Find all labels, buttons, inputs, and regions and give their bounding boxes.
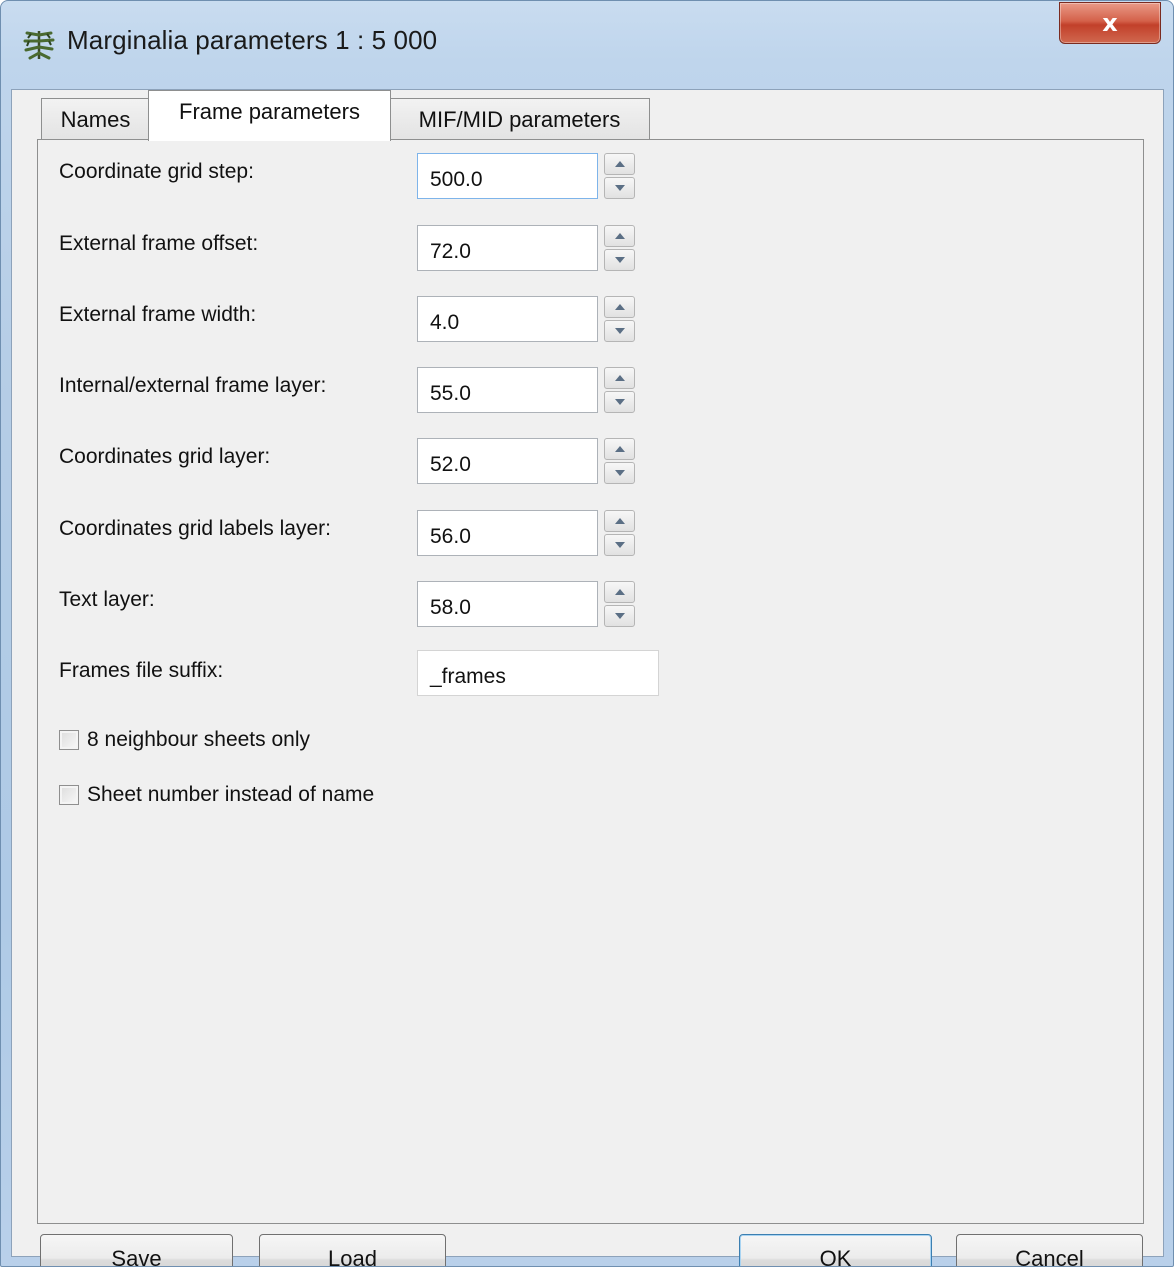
arrow-up-icon (615, 518, 625, 524)
spin-up-button[interactable] (604, 367, 635, 389)
arrow-down-icon (615, 470, 625, 476)
coordinates-grid-layer-spinner (604, 438, 635, 484)
spin-down-button[interactable] (604, 320, 635, 342)
arrow-up-icon (615, 589, 625, 595)
coordinates-grid-labels-layer-label: Coordinates grid labels layer: (59, 517, 331, 540)
close-icon: x (1102, 9, 1118, 37)
spin-down-button[interactable] (604, 605, 635, 627)
arrow-down-icon (615, 613, 625, 619)
sheet-number-checkbox-row[interactable]: Sheet number instead of name (59, 781, 374, 809)
spin-up-button[interactable] (604, 153, 635, 175)
external-frame-offset-spinner (604, 225, 635, 271)
external-frame-width-input[interactable]: 4.0 (417, 296, 598, 342)
arrow-up-icon (615, 304, 625, 310)
external-frame-width-spinner (604, 296, 635, 342)
tab-frame-parameters[interactable]: Frame parameters (148, 90, 391, 141)
neighbour-sheets-checkbox[interactable] (59, 730, 79, 750)
frames-file-suffix-input[interactable]: _frames (417, 650, 659, 696)
coordinate-grid-step-input[interactable]: 500.0 (417, 153, 598, 199)
save-button[interactable]: Save (40, 1234, 233, 1266)
text-layer-label: Text layer: (59, 588, 155, 611)
arrow-up-icon (615, 233, 625, 239)
arrow-up-icon (615, 375, 625, 381)
cancel-button[interactable]: Cancel (956, 1234, 1143, 1266)
external-frame-offset-input[interactable]: 72.0 (417, 225, 598, 271)
coordinates-grid-labels-layer-spinner (604, 510, 635, 556)
tab-label: MIF/MID parameters (418, 106, 621, 132)
spin-down-button[interactable] (604, 462, 635, 484)
internal-external-frame-layer-input[interactable]: 55.0 (417, 367, 598, 413)
external-frame-offset-label: External frame offset: (59, 232, 259, 255)
coordinate-grid-step-label: Coordinate grid step: (59, 160, 254, 183)
coordinates-grid-layer-label: Coordinates grid layer: (59, 445, 271, 468)
tab-mif-mid-parameters[interactable]: MIF/MID parameters (389, 98, 650, 140)
internal-external-frame-layer-spinner (604, 367, 635, 413)
spin-up-button[interactable] (604, 438, 635, 460)
neighbour-sheets-checkbox-row[interactable]: 8 neighbour sheets only (59, 726, 310, 754)
arrow-down-icon (615, 399, 625, 405)
tab-strip: Names Frame parameters MIF/MID parameter… (12, 90, 1163, 141)
arrow-up-icon (615, 161, 625, 167)
text-layer-input[interactable]: 58.0 (417, 581, 598, 627)
dialog-window: Marginalia parameters 1 : 5 000 x Names … (0, 0, 1174, 1267)
external-frame-width-label: External frame width: (59, 303, 257, 326)
spin-up-button[interactable] (604, 296, 635, 318)
spin-up-button[interactable] (604, 581, 635, 603)
title-bar[interactable]: Marginalia parameters 1 : 5 000 x (1, 1, 1173, 89)
spin-down-button[interactable] (604, 534, 635, 556)
tab-names[interactable]: Names (41, 98, 150, 140)
arrow-down-icon (615, 257, 625, 263)
frames-file-suffix-label: Frames file suffix: (59, 659, 224, 682)
spin-down-button[interactable] (604, 249, 635, 271)
dialog-client-area: Names Frame parameters MIF/MID parameter… (11, 89, 1164, 1266)
coordinates-grid-layer-input[interactable]: 52.0 (417, 438, 598, 484)
internal-external-frame-layer-label: Internal/external frame layer: (59, 374, 327, 397)
tab-label: Frame parameters (179, 99, 360, 124)
spin-up-button[interactable] (604, 225, 635, 247)
load-button[interactable]: Load (259, 1234, 446, 1266)
spin-down-button[interactable] (604, 177, 635, 199)
arrow-down-icon (615, 185, 625, 191)
spin-up-button[interactable] (604, 510, 635, 532)
window-title: Marginalia parameters 1 : 5 000 (67, 25, 438, 55)
arrow-down-icon (615, 328, 625, 334)
tab-label: Names (60, 106, 131, 132)
spruce-branch-icon (23, 31, 55, 60)
arrow-down-icon (615, 542, 625, 548)
sheet-number-checkbox[interactable] (59, 785, 79, 805)
neighbour-sheets-label: 8 neighbour sheets only (87, 728, 310, 751)
coordinates-grid-labels-layer-input[interactable]: 56.0 (417, 510, 598, 556)
coordinate-grid-step-spinner (604, 153, 635, 199)
ok-button[interactable]: OK (739, 1234, 932, 1266)
frame-parameters-panel: Coordinate grid step: 500.0 External fra… (37, 139, 1144, 1224)
close-button[interactable]: x (1059, 2, 1161, 44)
spin-down-button[interactable] (604, 391, 635, 413)
sheet-number-label: Sheet number instead of name (87, 783, 375, 806)
arrow-up-icon (615, 446, 625, 452)
text-layer-spinner (604, 581, 635, 627)
